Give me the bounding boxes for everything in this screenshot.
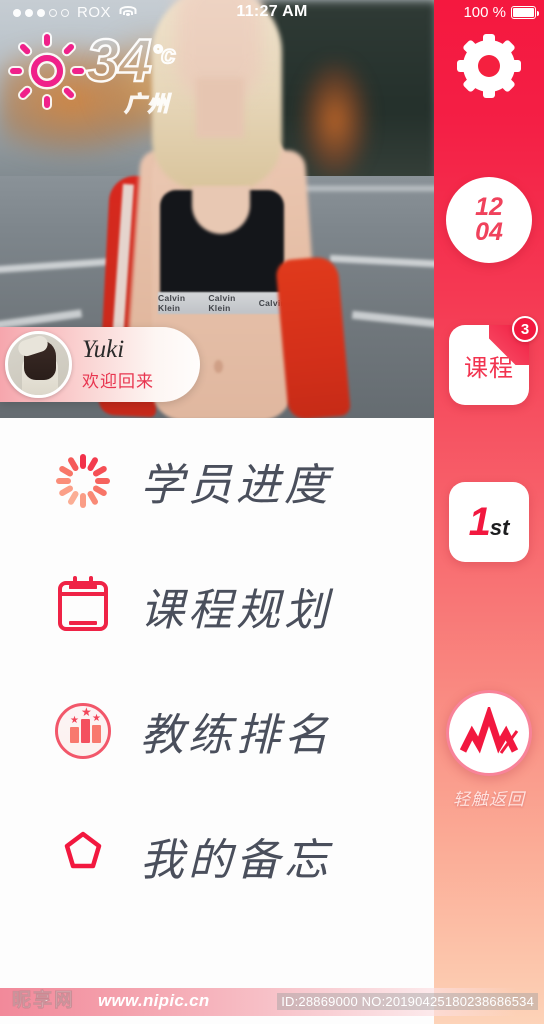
- menu-item-label: 我的备忘: [140, 834, 332, 886]
- status-clock: 11:27 AM: [236, 3, 308, 20]
- sidebar-back-button[interactable]: 轻触返回: [434, 690, 544, 810]
- menu-item-label: 课程规划: [140, 584, 332, 636]
- watermark-footer: 昵享网 www.nipic.cn ID:28869000 NO:20190425…: [0, 976, 544, 1024]
- status-bar: ROX 11:27 AM 100 %: [0, 0, 544, 26]
- menu-item-course-planning[interactable]: 课程规划: [0, 543, 434, 668]
- battery-percent: 100 %: [463, 4, 506, 21]
- brand-logo-icon: [446, 690, 532, 776]
- rank-number: 1: [468, 500, 491, 544]
- sidebar-rank-button[interactable]: 1 st: [434, 482, 544, 562]
- main-content-column: Calvin Klein Calvin Klein Calvin 34 °c 广…: [0, 0, 434, 1024]
- course-tile[interactable]: 3 课程: [449, 316, 538, 405]
- temperature-value: 34: [85, 27, 153, 94]
- menu-item-my-memos[interactable]: 我的备忘: [0, 793, 434, 918]
- sun-icon: [10, 34, 84, 108]
- podium-ranking-icon: ★ ★ ★: [48, 702, 118, 759]
- date-day: 04: [475, 218, 503, 246]
- user-welcome-card[interactable]: Yuki 欢迎回来: [0, 327, 200, 402]
- rank-suffix: st: [489, 515, 510, 540]
- back-label: 轻触返回: [453, 790, 525, 809]
- rank-tile[interactable]: 1 st: [449, 482, 529, 562]
- temperature-unit: °c: [151, 39, 177, 69]
- right-sidebar: 12 04 3 课程 1 st 轻触返回: [434, 0, 544, 1024]
- date-month: 12: [475, 192, 503, 221]
- star-outline-icon: [48, 828, 118, 884]
- sidebar-course-button[interactable]: 3 课程: [434, 316, 544, 405]
- welcome-greeting: 欢迎回来: [82, 371, 154, 391]
- progress-spinner-icon: [48, 453, 118, 509]
- menu-item-student-progress[interactable]: 学员进度: [0, 418, 434, 543]
- weather-city: 广州: [124, 92, 171, 116]
- status-right-group: 100 %: [463, 4, 539, 21]
- temperature-reading: 34 °c: [85, 27, 177, 94]
- weather-widget[interactable]: 34 °c 广州: [10, 27, 177, 117]
- calendar-icon: [48, 575, 118, 631]
- menu-item-label: 教练排名: [140, 709, 332, 761]
- watermark-url: www.nipic.cn: [98, 991, 210, 1010]
- main-menu-list: 学员进度 课程规划 ★ ★ ★ 教练排名 我的备忘: [0, 418, 434, 918]
- battery-full-icon: [511, 6, 539, 19]
- phone-screen: Calvin Klein Calvin Klein Calvin 34 °c 广…: [0, 0, 544, 1024]
- date-indicator: 12 04: [446, 177, 532, 263]
- menu-item-label: 学员进度: [140, 459, 332, 511]
- user-name: Yuki: [82, 336, 125, 364]
- hero-photo: Calvin Klein Calvin Klein Calvin 34 °c 广…: [0, 0, 434, 418]
- gear-icon: [457, 34, 521, 98]
- sidebar-settings-button[interactable]: [434, 34, 544, 98]
- menu-item-coach-ranking[interactable]: ★ ★ ★ 教练排名: [0, 668, 434, 793]
- watermark-site-name: 昵享网: [12, 989, 76, 1012]
- sidebar-date-button[interactable]: 12 04: [434, 177, 544, 263]
- course-badge-count: 3: [512, 316, 538, 342]
- avatar[interactable]: [5, 331, 72, 398]
- watermark-id: ID:28869000 NO:20190425180238686534: [277, 993, 538, 1010]
